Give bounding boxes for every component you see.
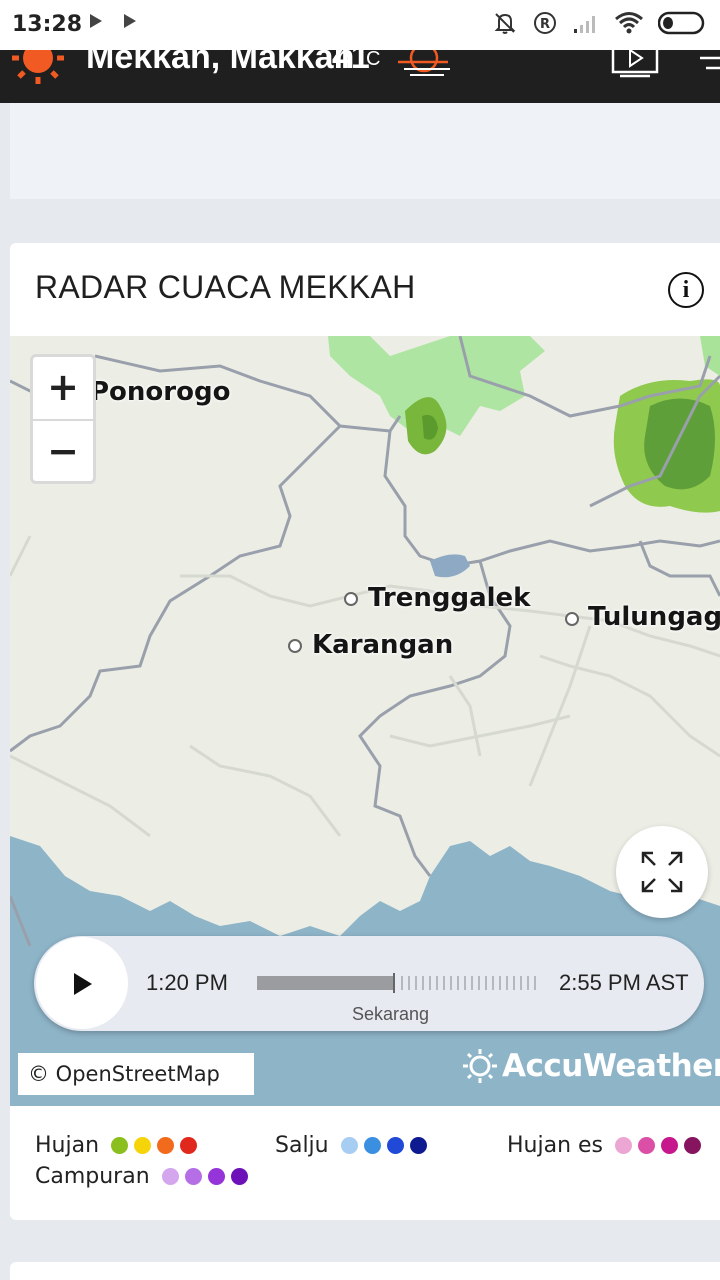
haze-icon: [398, 50, 450, 76]
map-marker-tulungagung: [565, 612, 579, 626]
sun-logo-icon[interactable]: [10, 50, 66, 86]
map-label-trenggalek: Trenggalek: [368, 583, 531, 613]
bell-muted-icon: [494, 13, 516, 34]
timeline-end-time: 2:55 PM AST: [559, 970, 689, 995]
map-label-tulungagung: Tulungagu: [588, 602, 720, 632]
info-button[interactable]: i: [668, 272, 704, 308]
legend-snow: Salju: [275, 1133, 427, 1158]
ad-placeholder-panel: [10, 103, 720, 199]
legend-snow-dot: [386, 1137, 404, 1154]
legend-ice-dot: [661, 1137, 679, 1154]
timeline-start-time: 1:20 PM: [146, 970, 228, 995]
play-store-icon: [90, 14, 102, 28]
legend-ice: Hujan es: [507, 1133, 702, 1158]
radar-card: RADAR CUACA MEKKAH i Ponorogo Trenggalek…: [10, 243, 720, 1220]
radar-map[interactable]: Ponorogo Trenggalek Karangan Tulungagu +…: [10, 336, 720, 1106]
map-label-karangan: Karangan: [312, 630, 454, 660]
play-button[interactable]: [36, 937, 128, 1029]
status-bar: 13:28 R: [0, 0, 720, 50]
header-location[interactable]: Mekkah, Makkah: [86, 50, 354, 77]
legend-snow-label: Salju: [275, 1133, 329, 1158]
accuweather-text: AccuWeather: [502, 1048, 720, 1084]
zoom-control: + −: [30, 354, 96, 484]
expand-icon: [641, 851, 683, 893]
legend-rain-dot: [180, 1137, 198, 1154]
legend-snow-dot: [340, 1137, 358, 1154]
legend-rain-dot: [111, 1137, 129, 1154]
play-store-icon: [124, 14, 136, 28]
video-icon[interactable]: [610, 50, 660, 78]
zoom-in-button[interactable]: +: [33, 357, 93, 419]
legend-mix-dot: [184, 1168, 202, 1185]
header-temperature-unit: C: [366, 50, 381, 70]
map-marker-trenggalek: [344, 592, 358, 606]
legend-snow-dot: [409, 1137, 427, 1154]
timeline-progress-fill: [257, 976, 394, 990]
status-time: 13:28: [12, 12, 83, 37]
accuweather-brand: AccuWeather: [462, 1048, 720, 1084]
zoom-out-button[interactable]: −: [33, 419, 93, 481]
legend-snow-dot: [363, 1137, 381, 1154]
legend-mix-dot: [161, 1168, 179, 1185]
precipitation-legend: Hujan Salju Hujan es Campuran: [10, 1113, 720, 1213]
legend-mix: Campuran: [35, 1164, 248, 1189]
svg-text:R: R: [540, 17, 550, 32]
battery-icon: [658, 11, 705, 35]
map-attribution[interactable]: © OpenStreetMap: [18, 1053, 254, 1095]
legend-rain-dot: [134, 1137, 152, 1154]
legend-rain-label: Hujan: [35, 1133, 100, 1158]
menu-icon[interactable]: [696, 56, 720, 72]
radar-title: RADAR CUACA MEKKAH: [35, 269, 416, 305]
legend-mix-dot: [207, 1168, 225, 1185]
legend-mix-dot: [230, 1168, 248, 1185]
play-icon: [74, 973, 92, 995]
header-temperature: 41: [332, 50, 370, 76]
legend-ice-dot: [684, 1137, 702, 1154]
accuweather-sun-icon: [463, 1049, 497, 1083]
legend-ice-label: Hujan es: [507, 1133, 604, 1158]
wifi-icon: [615, 12, 643, 34]
timeline-now-label: Sekarang: [352, 1004, 430, 1024]
legend-rain: Hujan: [35, 1133, 198, 1158]
map-marker-karangan: [288, 639, 302, 653]
legend-ice-dot: [638, 1137, 656, 1154]
timeline-slider[interactable]: [257, 973, 542, 993]
app-header: Mekkah, Makkah 41 C: [0, 50, 720, 103]
fullscreen-button[interactable]: [616, 826, 708, 918]
map-label-ponorogo: Ponorogo: [90, 377, 231, 407]
legend-rain-dot: [157, 1137, 175, 1154]
next-card: [10, 1262, 720, 1280]
legend-ice-dot: [615, 1137, 633, 1154]
signal-icon: [574, 16, 595, 33]
legend-mix-label: Campuran: [35, 1164, 150, 1189]
radar-timeline-player: 1:20 PM 2:55 PM AST Sekarang: [34, 936, 704, 1031]
registered-icon: R: [534, 12, 556, 34]
